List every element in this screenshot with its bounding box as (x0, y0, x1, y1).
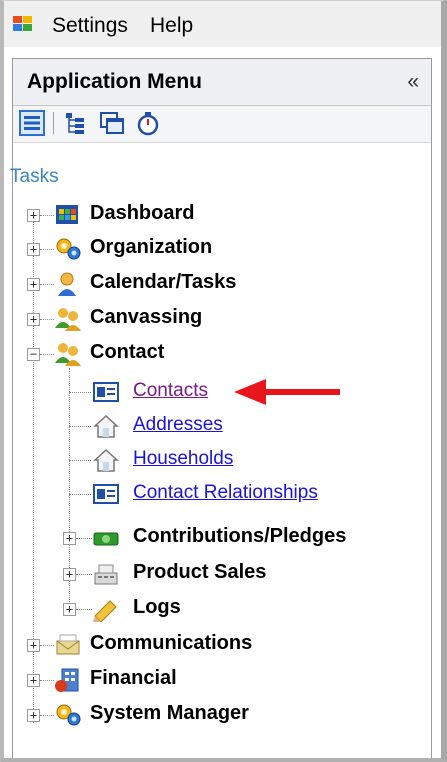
tree-item-households[interactable]: Households (133, 448, 233, 470)
tree-line (40, 284, 54, 285)
expand-contributions-button[interactable]: + (63, 532, 76, 545)
organization-icon (56, 238, 81, 260)
menu-help[interactable]: Help (150, 14, 193, 38)
tree-line (69, 460, 91, 461)
tree-line (76, 609, 92, 610)
red-arrow-icon (234, 379, 340, 405)
tree-line (40, 354, 54, 355)
app-icon (13, 16, 32, 31)
expand-product-sales-button[interactable]: + (63, 568, 76, 581)
money-icon (93, 532, 119, 546)
tree-line (40, 715, 54, 716)
house-icon (93, 448, 119, 472)
windows-icon[interactable] (99, 110, 125, 136)
menu-bar: Settings Help (4, 1, 441, 47)
collapse-contact-button[interactable]: − (27, 348, 40, 361)
tree-line (40, 215, 54, 216)
expand-system-manager-button[interactable]: + (27, 709, 40, 722)
people-icon (55, 343, 81, 366)
tree-item-organization[interactable]: Organization (90, 236, 212, 259)
tree-item-contact[interactable]: Contact (90, 341, 164, 364)
person-icon (58, 272, 76, 296)
financial-icon (55, 668, 79, 692)
expand-calendar-button[interactable]: + (27, 278, 40, 291)
section-label-tasks: Tasks (10, 166, 59, 187)
panel-header: Application Menu « (13, 59, 431, 106)
menu-settings[interactable]: Settings (52, 14, 128, 38)
tree-line (40, 249, 54, 250)
tree-line (69, 392, 91, 393)
tree-item-canvassing[interactable]: Canvassing (90, 306, 202, 329)
contact-card-icon (93, 382, 119, 402)
tree-item-addresses[interactable]: Addresses (133, 414, 223, 436)
panel-toolbar (13, 106, 431, 143)
tree-item-dashboard[interactable]: Dashboard (90, 202, 194, 225)
expand-dashboard-button[interactable]: + (27, 209, 40, 222)
tree-line (76, 574, 92, 575)
toolbar-separator (53, 112, 54, 134)
expand-logs-button[interactable]: + (63, 603, 76, 616)
tree-line (69, 426, 91, 427)
house-icon (93, 414, 119, 438)
tree-item-product-sales[interactable]: Product Sales (133, 561, 266, 584)
tree-view-icon[interactable] (63, 110, 89, 136)
dashboard-icon (56, 205, 78, 224)
tree-line (69, 494, 91, 495)
tree-line (40, 645, 54, 646)
expand-canvassing-button[interactable]: + (27, 313, 40, 326)
tree-item-logs[interactable]: Logs (133, 596, 181, 619)
tree-item-communications[interactable]: Communications (90, 632, 252, 655)
stopwatch-icon[interactable] (135, 110, 161, 136)
tree-item-contributions-pledges[interactable]: Contributions/Pledges (133, 525, 346, 548)
list-view-icon[interactable] (19, 110, 45, 136)
cash-register-icon (94, 564, 118, 585)
tree-line (76, 538, 92, 539)
communications-icon (56, 634, 80, 655)
tree-item-financial[interactable]: Financial (90, 667, 177, 690)
tree-item-contact-relationships[interactable]: Contact Relationships (133, 482, 318, 504)
panel-title: Application Menu (27, 70, 202, 93)
tree-item-system-manager[interactable]: System Manager (90, 702, 249, 725)
contact-card-icon (93, 484, 119, 504)
tree-item-contacts[interactable]: Contacts (133, 380, 208, 402)
tree-line (40, 319, 54, 320)
collapse-panel-button[interactable]: « (407, 70, 419, 94)
tree-line (40, 680, 54, 681)
pencil-icon (93, 600, 117, 622)
expand-communications-button[interactable]: + (27, 639, 40, 652)
people-icon (55, 308, 81, 331)
tree-item-calendar-tasks[interactable]: Calendar/Tasks (90, 271, 236, 294)
expand-financial-button[interactable]: + (27, 674, 40, 687)
gears-icon (56, 704, 81, 726)
expand-organization-button[interactable]: + (27, 243, 40, 256)
